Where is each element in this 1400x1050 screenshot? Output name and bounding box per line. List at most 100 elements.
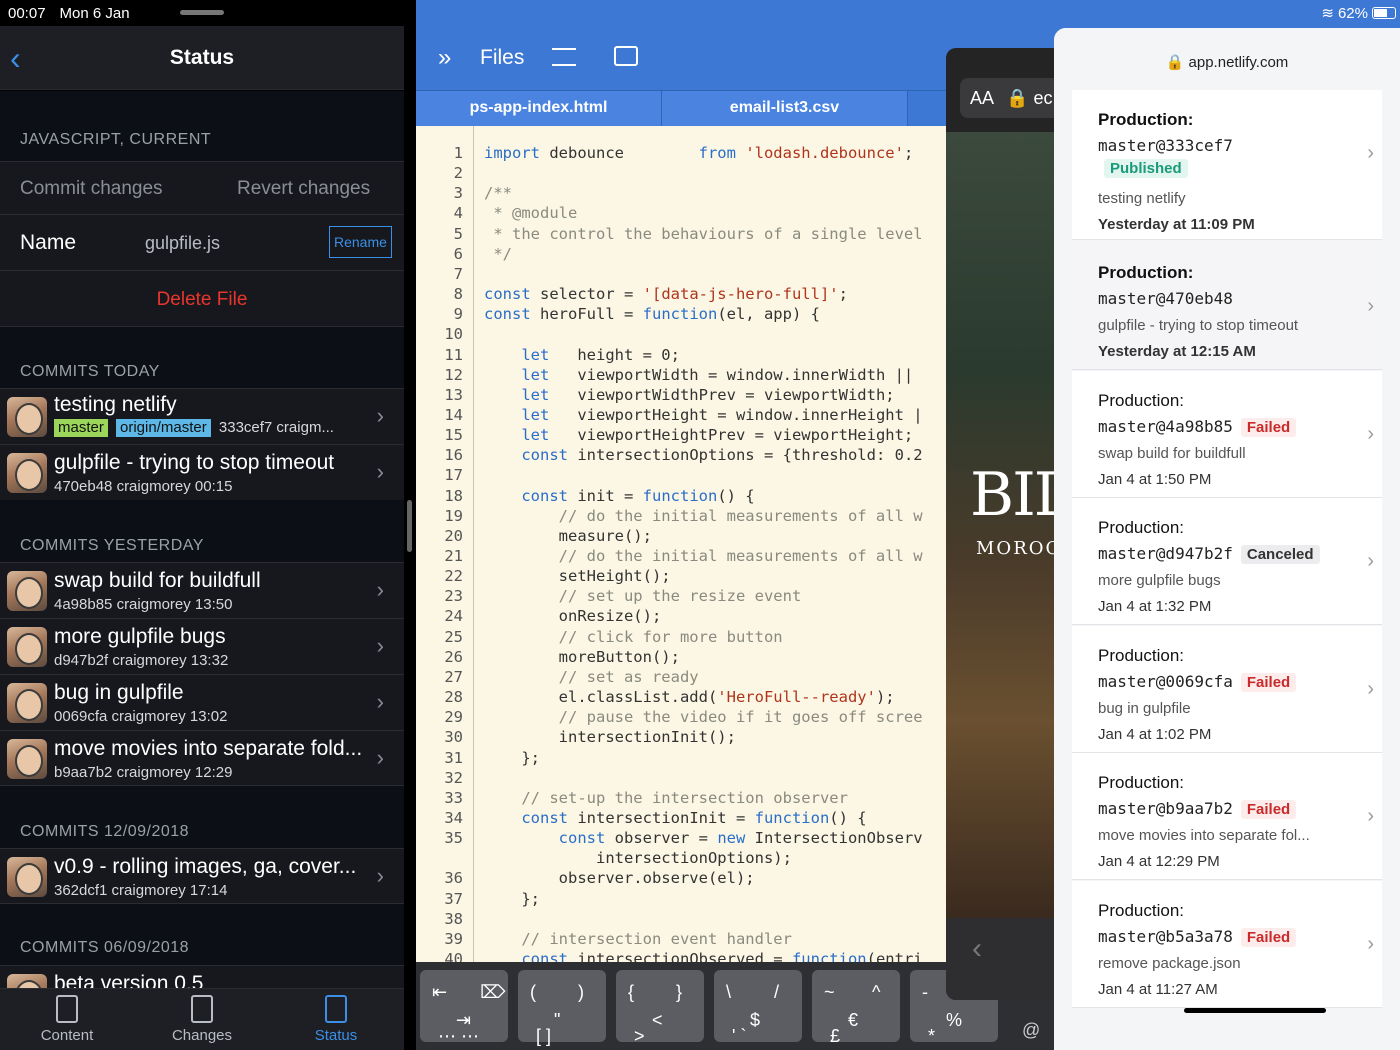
home-indicator[interactable] xyxy=(1184,1008,1326,1013)
code-line: let viewportHeightPrev = viewportHeight; xyxy=(521,426,914,445)
commit-row[interactable]: beta version 0.5 xyxy=(0,965,404,988)
line-number: 37 xyxy=(444,889,463,908)
line-number: 27 xyxy=(444,667,463,686)
deploy-message: remove package.json xyxy=(1098,954,1241,972)
shortcut-key[interactable]: () "[ ] xyxy=(518,970,606,1046)
tab-file-1[interactable]: ps-app-index.html xyxy=(416,91,662,127)
deploy-time: Jan 4 at 12:29 PM xyxy=(1098,853,1220,870)
deploy-ref: master@b9aa7b2 Failed xyxy=(1098,799,1297,819)
line-number: 10 xyxy=(444,325,463,344)
deploy-card[interactable]: Production: master@470eb48 gulpfile - tryi… xyxy=(1072,243,1382,370)
split-view-divider[interactable] xyxy=(404,0,416,1050)
deploy-card[interactable]: Production: master@d947b2f Canceled more gu… xyxy=(1072,498,1382,625)
key-label[interactable]: @ xyxy=(1022,1020,1040,1041)
key-glyph: > xyxy=(634,1026,645,1046)
deploy-card[interactable]: Production: master@b5a3a78 Failed remove pa… xyxy=(1072,880,1382,1008)
deploy-card[interactable]: Production: master@b9aa7b2 Failed move movi… xyxy=(1072,753,1382,880)
deploy-status-badge: Failed xyxy=(1240,672,1297,692)
deploy-card[interactable]: Production: master@4a98b85 Failed swap buil… xyxy=(1072,370,1382,498)
tab-changes[interactable]: Changes xyxy=(147,995,257,1044)
tab-file-2[interactable]: email-list3.csv xyxy=(662,91,908,127)
url-bar[interactable]: 🔒 app.netlify.com xyxy=(1054,28,1400,78)
divider-grip[interactable] xyxy=(407,500,412,552)
commit-row[interactable]: more gulpfile bugs d947b2f craigmorey 13… xyxy=(0,618,404,674)
key-glyph: < xyxy=(652,1010,663,1030)
shortcut-key[interactable]: ~ ^ € £ xyxy=(812,970,900,1046)
code-line: */ xyxy=(484,244,512,263)
commit-row[interactable]: gulpfile - trying to stop timeout 470eb4… xyxy=(0,444,404,500)
commit-row[interactable]: bug in gulpfile 0069cfa craigmorey 13:02… xyxy=(0,674,404,730)
back-icon[interactable]: ‹ xyxy=(972,932,982,966)
key-glyph: { xyxy=(628,982,635,1002)
line-number: 17 xyxy=(444,466,463,485)
commit-row[interactable]: v0.9 - rolling images, ga, cover... 362d… xyxy=(0,848,404,904)
chevron-right-icon: › xyxy=(376,403,384,428)
key-glyph: [ ] xyxy=(536,1026,552,1046)
sidebar-toggle-icon[interactable]: » xyxy=(438,44,451,72)
commit-changes-button[interactable]: Commit changes xyxy=(20,178,163,200)
text-size-button[interactable]: AA xyxy=(970,88,993,108)
commit-title: gulpfile - trying to stop timeout xyxy=(54,451,335,474)
code-line: moreButton(); xyxy=(484,647,680,666)
chevron-right-icon: › xyxy=(376,689,384,714)
history-icon[interactable] xyxy=(552,48,576,66)
code-line: intersectionInit(); xyxy=(484,728,736,747)
commit-meta: 4a98b85 craigmorey 13:50 xyxy=(54,596,233,613)
key-glyph: ^ xyxy=(872,982,881,1002)
code-line: const intersectionOptions = {threshold: … xyxy=(521,446,923,465)
rename-button[interactable]: Rename xyxy=(329,226,392,258)
commit-meta: 333cef7 craigm... xyxy=(218,419,334,436)
shortcut-key[interactable]: ⇤ ⌦ ⇥ ⋯ ⋯ xyxy=(420,970,508,1046)
deploy-time: Yesterday at 11:09 PM xyxy=(1098,216,1255,233)
key-glyph: ( xyxy=(530,982,536,1002)
commit-row[interactable]: testing netlify master origin/master 333… xyxy=(0,388,404,444)
revert-changes-button[interactable]: Revert changes xyxy=(237,178,370,200)
terminal-icon[interactable] xyxy=(614,46,638,66)
deploy-status-badge: Failed xyxy=(1240,800,1297,819)
key-glyph: $ xyxy=(750,1010,761,1030)
tab-changes-label: Changes xyxy=(171,1027,233,1044)
shortcut-key[interactable]: {} < > xyxy=(616,970,704,1046)
chevron-right-icon: › xyxy=(1367,295,1374,317)
status-list[interactable]: JAVASCRIPT, CURRENT Commit changes Rever… xyxy=(0,91,404,988)
multitasking-handle[interactable] xyxy=(180,10,224,15)
chevron-right-icon: › xyxy=(1367,805,1374,827)
line-number: 4 xyxy=(453,204,463,223)
deploy-status-badge: Canceled xyxy=(1240,545,1320,564)
address-bar[interactable]: AA 🔒 ec xyxy=(960,78,1058,118)
commit-title: testing netlify xyxy=(54,393,177,416)
code-line: }; xyxy=(484,748,540,767)
tab-content[interactable]: Content xyxy=(12,995,122,1044)
key-glyph: ⌦ xyxy=(480,982,506,1002)
line-number: 12 xyxy=(444,365,463,384)
delete-file-button[interactable]: Delete File xyxy=(157,289,248,311)
line-number: 26 xyxy=(444,647,463,666)
line-number: 14 xyxy=(444,405,463,424)
key-glyph: % xyxy=(946,1010,963,1030)
code-line: const heroFull = function(el, app) { xyxy=(484,305,820,324)
commit-row[interactable]: swap build for buildfull 4a98b85 craigmo… xyxy=(0,562,404,618)
files-title: Files xyxy=(480,46,525,69)
nav-bar: ‹ Status xyxy=(0,26,404,90)
deploy-card[interactable]: Production: master@0069cfa Failed bug in gu… xyxy=(1072,625,1382,753)
line-number: 9 xyxy=(453,305,463,324)
shortcut-key[interactable]: \ / $ ' ` xyxy=(714,970,802,1046)
line-gutter: 1 2 3 4 5 6 7 8 9 10 11 12 13 14 15 16 17 18 19 20 21 22 23 24 2… xyxy=(416,126,474,962)
filename-field[interactable]: gulpfile.js xyxy=(145,233,220,254)
commit-meta: d947b2f craigmorey 13:32 xyxy=(54,652,229,669)
key-glyph: ) xyxy=(578,982,584,1002)
code-line: * @module xyxy=(484,204,578,223)
avatar xyxy=(7,627,47,667)
section-header-today: COMMITS TODAY xyxy=(20,363,160,380)
line-number: 32 xyxy=(444,768,463,787)
code-line: /** xyxy=(484,184,512,203)
tab-status[interactable]: Status xyxy=(281,995,391,1044)
wifi-icon: ≋ xyxy=(1321,5,1334,22)
tab-status-label: Status xyxy=(314,1027,358,1044)
deploy-card[interactable]: Production: master@333cef7 Published testin… xyxy=(1072,90,1382,240)
section-header-0609: COMMITS 06/09/2018 xyxy=(20,939,190,956)
commit-row[interactable]: move movies into separate fold... b9aa7b… xyxy=(0,730,404,786)
line-number: 16 xyxy=(444,446,463,465)
commit-meta: 362dcf1 craigmorey 17:14 xyxy=(54,882,228,899)
code-line: // set-up the intersection observer xyxy=(521,788,848,807)
